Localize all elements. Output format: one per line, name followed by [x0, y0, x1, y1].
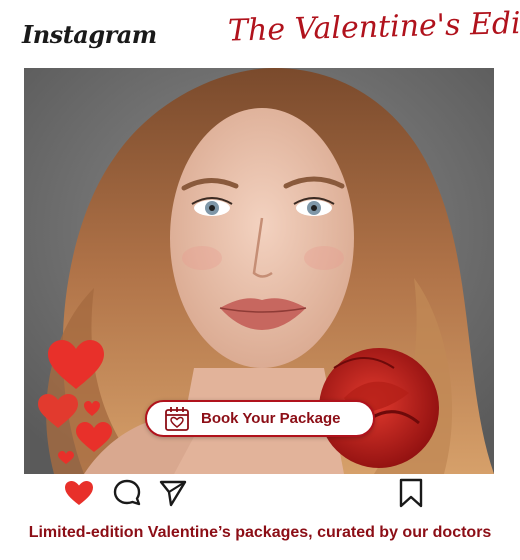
book-package-label: Book Your Package: [201, 410, 341, 427]
post-caption: Limited-edition Valentine’s packages, cu…: [28, 524, 492, 541]
send-icon[interactable]: [158, 478, 188, 508]
instagram-logo: Instagram: [22, 20, 157, 49]
bookmark-icon[interactable]: [396, 478, 426, 508]
calendar-heart-icon: [165, 406, 189, 431]
headline: The Valentine's Edit!: [227, 5, 520, 49]
heart-icon[interactable]: [64, 478, 94, 508]
comment-icon[interactable]: [112, 478, 142, 508]
book-package-button[interactable]: Book Your Package: [145, 400, 375, 437]
action-bar: [0, 474, 520, 510]
